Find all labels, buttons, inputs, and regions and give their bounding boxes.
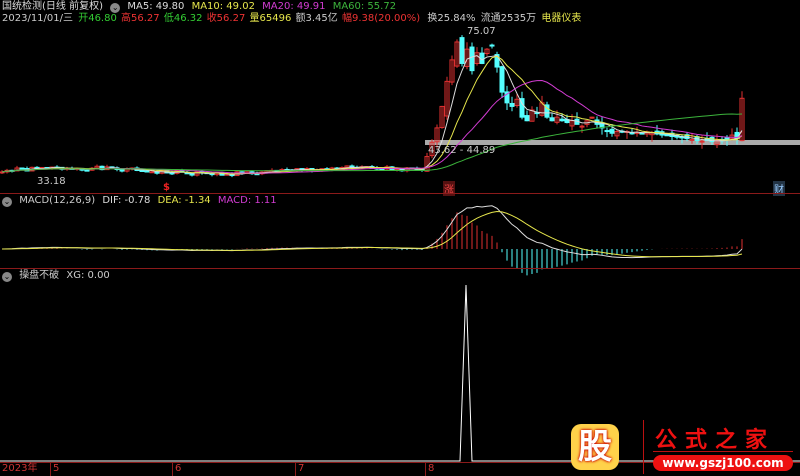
candle-body: [629, 132, 635, 135]
ma5-value: MA5: 49.80: [127, 1, 185, 12]
candle-body: [724, 136, 730, 140]
candle-body: [524, 115, 530, 122]
candle-body: [144, 170, 150, 173]
candle-body: [699, 140, 705, 143]
ma5-line: [1, 55, 743, 175]
open: 开46.80: [78, 13, 117, 24]
turnover: 换25.84%: [427, 13, 476, 24]
change: 幅9.38(20.00%): [341, 13, 421, 24]
candle-body: [459, 37, 465, 64]
axis-month: 5: [53, 463, 60, 474]
date: 2023/11/01/三: [2, 13, 74, 24]
axis-year: 2023年: [2, 463, 38, 474]
kline-chart[interactable]: [0, 0, 800, 476]
candle-body: [469, 46, 475, 72]
ma20-value: MA20: 49.91: [262, 1, 326, 12]
candle-body: [149, 171, 155, 174]
ma10-line: [1, 55, 743, 175]
low-price-label: 33.18: [37, 176, 66, 187]
candle-body: [589, 116, 595, 119]
axis-month: 7: [298, 463, 305, 474]
dollar-marker[interactable]: $: [163, 182, 170, 193]
candle-body: [119, 168, 125, 172]
band-label: 43.62 - 44.89: [428, 145, 496, 156]
candle-body: [579, 125, 585, 128]
macd-header: ⌄ MACD(12,26,9) DIF: -0.78 DEA: -1.34 MA…: [2, 195, 281, 207]
dif-value: DIF: -0.78: [102, 195, 151, 206]
dea-line: [1, 211, 743, 258]
logo-title: 公式之家: [655, 428, 776, 453]
logo-url: www.gszj100.com: [653, 455, 793, 471]
logo-icon: 股: [571, 424, 619, 470]
candle-body: [169, 172, 175, 175]
candle-body: [84, 169, 90, 172]
watermark-logo: 股 公式之家 www.gszj100.com: [555, 418, 800, 476]
candle-body: [189, 173, 195, 176]
header-ma-line: 国统检测(日线 前复权) ⌄ MA5: 49.80 MA10: 49.02 MA…: [2, 1, 400, 13]
sector[interactable]: 电器仪表: [541, 13, 581, 24]
ma10-value: MA10: 49.02: [191, 1, 255, 12]
macd-title: MACD(12,26,9): [19, 195, 96, 206]
low: 低46.32: [163, 13, 203, 24]
axis-month: 6: [175, 463, 182, 474]
macd-value: MACD: 1.11: [217, 195, 277, 206]
candle-body: [489, 44, 495, 47]
candle-body: [609, 128, 615, 134]
header-quote-line: 2023/11/01/三 开46.80 高56.27 低46.32 收56.27…: [2, 13, 585, 25]
axis-month: 8: [428, 463, 435, 474]
ma60-value: MA60: 55.72: [332, 1, 397, 12]
candle-body: [509, 102, 515, 107]
dropdown-icon[interactable]: ⌄: [2, 197, 12, 207]
candle-body: [559, 118, 565, 122]
stock-name: 国统检测(日线 前复权): [2, 1, 103, 12]
float-shares: 流通2535万: [480, 13, 537, 24]
xg-value: XG: 0.00: [66, 270, 110, 281]
panel-divider[interactable]: [0, 268, 800, 269]
candle-body: [604, 130, 610, 133]
dropdown-icon[interactable]: ⌄: [110, 3, 121, 13]
dif-line: [1, 205, 743, 259]
candle-body: [639, 132, 645, 135]
candle-body: [19, 167, 25, 170]
amount: 额3.45亿: [295, 13, 338, 24]
candle-body: [139, 170, 145, 173]
high-price-label: 75.07: [467, 26, 496, 37]
close: 收56.27: [206, 13, 246, 24]
candle-body: [549, 117, 555, 122]
xg-header: ⌄ 操盘不破 XG: 0.00: [2, 270, 114, 282]
volume: 量65496: [249, 13, 292, 24]
dea-value: DEA: -1.34: [157, 195, 211, 206]
xg-title: 操盘不破: [19, 270, 60, 281]
panel-divider[interactable]: [0, 193, 800, 194]
dropdown-icon[interactable]: ⌄: [2, 272, 12, 282]
candle-body: [499, 66, 505, 93]
high: 高56.27: [121, 13, 160, 24]
ma20-line: [1, 79, 743, 174]
